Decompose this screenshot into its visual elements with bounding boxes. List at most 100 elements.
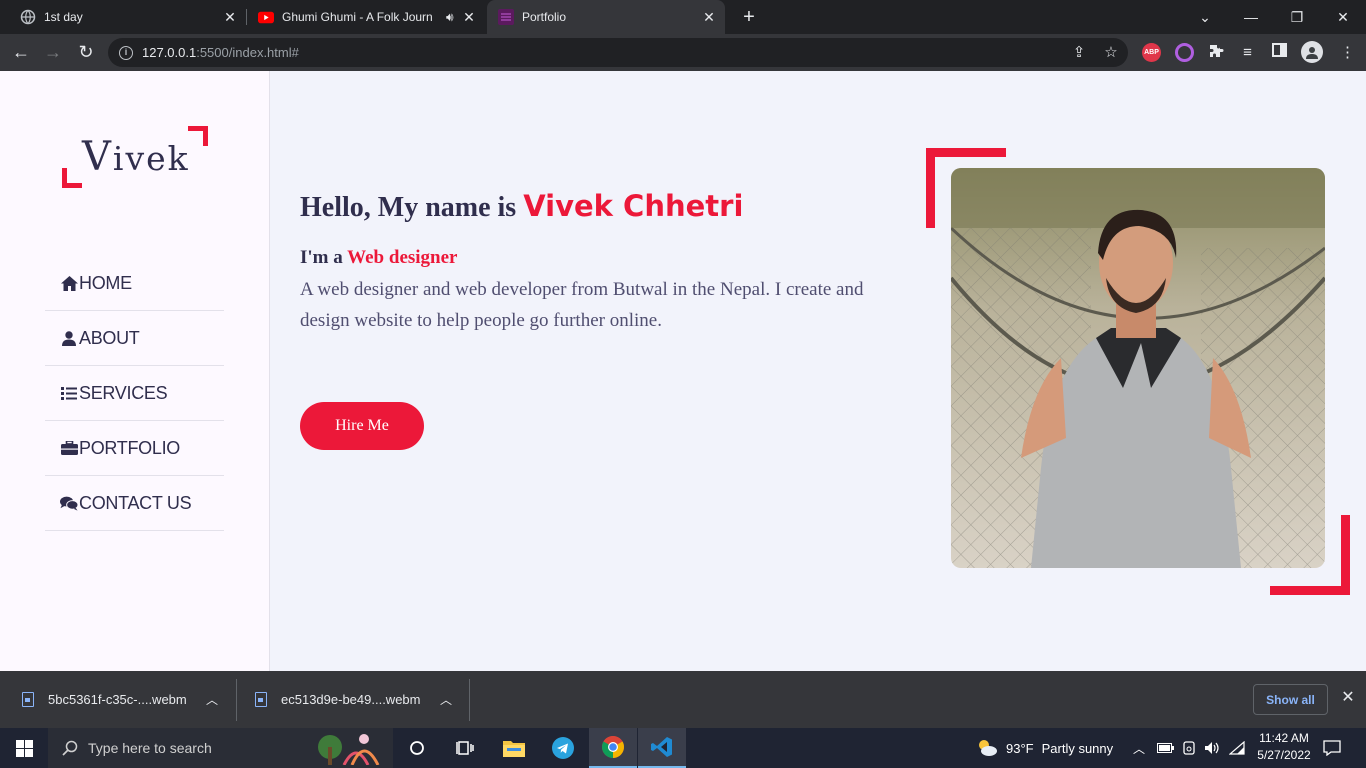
search-highlight-image [316, 731, 390, 766]
taskbar-search-input[interactable]: Type here to search [48, 728, 393, 768]
chevron-up-icon[interactable]: ︿ [206, 691, 218, 708]
nav-label: SERVICES [79, 382, 168, 403]
extensions-puzzle-icon[interactable] [1206, 43, 1225, 62]
weather-temperature: 93°F [1006, 740, 1034, 756]
site-favicon-icon [498, 9, 514, 25]
clock-date: 5/27/2022 [1257, 748, 1311, 762]
nav-label: CONTACT US [79, 492, 192, 513]
home-icon [60, 274, 78, 292]
nav-item-contact[interactable]: CONTACT US [45, 476, 224, 531]
audio-playing-icon[interactable]: 🔊︎ [446, 10, 454, 25]
close-tab-icon[interactable]: ✕ [222, 9, 238, 25]
wifi-icon[interactable] [1229, 728, 1245, 768]
weather-description: Partly sunny [1041, 740, 1114, 756]
nav-item-about[interactable]: ABOUT [45, 311, 224, 366]
search-placeholder: Type here to search [88, 740, 212, 756]
youtube-icon [258, 9, 274, 25]
tab-title: Portfolio [522, 10, 567, 24]
search-icon [62, 740, 78, 756]
tab-title: Ghumi Ghumi - A Folk Journ [282, 10, 433, 24]
hero-name: Vivek Chhetri [523, 189, 744, 223]
main-nav: HOME ABOUT SERVICES PORTFOLIO CONTACT US [45, 256, 224, 531]
download-bar: 5bc5361f-c35c-....webm ︿ ec513d9e-be49..… [0, 671, 1366, 728]
list-icon [60, 384, 78, 402]
tab-1st-day[interactable]: 1st day ✕ [0, 0, 246, 34]
close-tab-icon[interactable]: ✕ [461, 9, 477, 25]
battery-icon[interactable] [1157, 728, 1174, 768]
hire-me-button[interactable]: Hire Me [300, 402, 424, 450]
restore-button[interactable]: ❐ [1274, 0, 1320, 34]
partly-sunny-icon [976, 738, 998, 759]
windows-start-button[interactable] [0, 728, 48, 768]
reload-button[interactable]: ↻ [74, 40, 98, 64]
address-bar[interactable]: i 127.0.0.1:5500/index.html# ⇪ ☆ [108, 38, 1128, 67]
task-view-icon[interactable] [441, 728, 489, 768]
hero-role: I'm a Web designer [300, 247, 458, 268]
site-logo[interactable]: Vivek [62, 126, 208, 188]
tab-title: 1st day [44, 10, 83, 24]
new-tab-button[interactable]: + [738, 6, 760, 28]
vscode-icon[interactable] [638, 728, 686, 768]
tab-search-chevron-icon[interactable]: ⌄ [1182, 0, 1228, 34]
file-icon [255, 692, 267, 707]
tray-chevron-up-icon[interactable]: ︿ [1133, 728, 1145, 768]
weather-widget[interactable]: 93°F Partly sunny [976, 728, 1113, 768]
nav-item-portfolio[interactable]: PORTFOLIO [45, 421, 224, 476]
url-text[interactable]: 127.0.0.1:5500/index.html# [142, 45, 299, 60]
nav-item-services[interactable]: SERVICES [45, 366, 224, 421]
divider [236, 679, 237, 721]
download-filename: ec513d9e-be49....webm [281, 692, 421, 707]
clock-time: 11:42 AM [1259, 731, 1309, 745]
download-filename: 5bc5361f-c35c-....webm [48, 692, 187, 707]
browser-toolbar: ← → ↻ i 127.0.0.1:5500/index.html# ⇪ ☆ A… [0, 34, 1366, 71]
chevron-up-icon[interactable]: ︿ [440, 691, 452, 708]
nav-label: ABOUT [79, 327, 140, 348]
cortana-icon[interactable] [393, 728, 441, 768]
side-panel-icon[interactable] [1270, 43, 1289, 62]
logo-corner-decoration [62, 168, 82, 188]
nav-label: HOME [79, 272, 132, 293]
user-icon [60, 329, 78, 347]
globe-icon [20, 9, 36, 25]
site-info-icon[interactable]: i [119, 45, 133, 60]
nav-label: PORTFOLIO [79, 437, 180, 458]
share-icon[interactable]: ⇪ [1070, 44, 1088, 62]
page-viewport: Vivek HOME ABOUT SERVICES PORTFOLIO CONT… [0, 71, 1366, 671]
notifications-icon[interactable] [1323, 728, 1341, 768]
briefcase-icon [60, 439, 78, 457]
media-control-icon[interactable]: ≡ [1238, 43, 1257, 62]
close-window-button[interactable]: ✕ [1320, 0, 1366, 34]
minimize-button[interactable]: — [1228, 0, 1274, 34]
close-tab-icon[interactable]: ✕ [701, 9, 717, 25]
chrome-icon[interactable] [589, 728, 637, 768]
taskbar-clock[interactable]: 11:42 AM 5/27/2022 [1250, 730, 1318, 764]
divider [469, 679, 470, 721]
device-icon[interactable] [1182, 728, 1196, 768]
forward-button[interactable]: → [41, 40, 65, 64]
hero-heading: Hello, My name is Vivek Chhetri [300, 189, 744, 223]
download-item[interactable]: 5bc5361f-c35c-....webm ︿ [22, 671, 234, 728]
bookmark-star-icon[interactable]: ☆ [1102, 44, 1120, 62]
comments-icon [60, 494, 78, 512]
windows-taskbar: Type here to search 93°F Partly sunny ︿ [0, 728, 1366, 768]
nav-item-home[interactable]: HOME [45, 256, 224, 311]
file-icon [22, 692, 34, 707]
tab-ghumi-ghumi[interactable]: Ghumi Ghumi - A Folk Journ 🔊︎ ✕ [247, 0, 485, 34]
browser-tab-strip: 1st day ✕ Ghumi Ghumi - A Folk Journ 🔊︎ … [0, 0, 1366, 34]
hero-role-title: Web designer [347, 247, 458, 268]
hero-description: A web designer and web developer from Bu… [300, 279, 864, 331]
tab-portfolio[interactable]: Portfolio ✕ [487, 0, 725, 34]
download-item[interactable]: ec513d9e-be49....webm ︿ [255, 671, 467, 728]
volume-icon[interactable] [1204, 728, 1220, 768]
more-menu-icon[interactable]: ⋮ [1338, 43, 1357, 62]
logo-corner-decoration [188, 126, 208, 146]
show-all-downloads-button[interactable]: Show all [1253, 684, 1328, 715]
back-button[interactable]: ← [9, 40, 33, 64]
telegram-icon[interactable] [539, 728, 587, 768]
sidebar: Vivek HOME ABOUT SERVICES PORTFOLIO CONT… [0, 71, 270, 671]
extension-ring-icon[interactable] [1175, 43, 1194, 62]
close-download-bar-icon[interactable]: ✕ [1339, 689, 1357, 707]
adblock-icon[interactable]: ABP [1142, 43, 1161, 62]
profile-avatar[interactable] [1301, 41, 1323, 63]
file-explorer-icon[interactable] [490, 728, 538, 768]
